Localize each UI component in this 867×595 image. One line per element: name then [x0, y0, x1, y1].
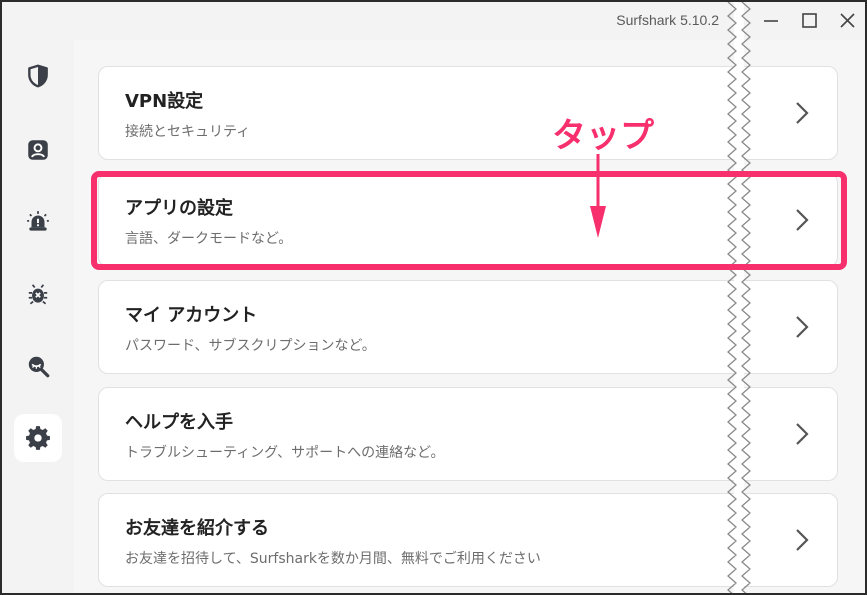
sidebar	[2, 40, 74, 593]
alert-icon	[27, 211, 49, 231]
sidebar-item-alternative-id[interactable]	[14, 342, 62, 390]
card-title: お友達を紹介する	[125, 518, 269, 539]
cut-line	[727, 2, 751, 593]
card-title: VPN設定	[125, 91, 204, 112]
bug-icon	[28, 284, 48, 305]
card-subtitle: パスワード、サブスクリプションなど。	[125, 338, 376, 354]
maximize-icon[interactable]	[795, 8, 823, 34]
gear-icon	[26, 426, 50, 450]
search-eye-icon	[28, 356, 50, 378]
highlight-box	[91, 171, 847, 270]
sidebar-item-account[interactable]	[14, 126, 62, 174]
app-title: Surfshark 5.10.2	[616, 12, 719, 28]
arrow-down-icon	[590, 154, 606, 238]
chevron-right-icon	[796, 423, 809, 445]
app-window: Surfshark 5.10.2 VPN設定 接続とセキュリティ アプリの設定 …	[0, 0, 867, 595]
tap-annotation: タップ	[552, 116, 654, 156]
chevron-right-icon	[796, 529, 809, 551]
sidebar-item-settings[interactable]	[14, 414, 62, 462]
minimize-icon[interactable]	[757, 8, 785, 34]
card-subtitle: お友達を招待して、Surfsharkを数か月間、無料でご利用ください	[125, 551, 541, 567]
chevron-right-icon	[796, 102, 809, 124]
sidebar-item-antivirus[interactable]	[14, 270, 62, 318]
chevron-right-icon	[796, 316, 809, 338]
user-icon	[28, 140, 48, 160]
shield-icon	[28, 64, 48, 88]
card-title: マイ アカウント	[125, 305, 258, 326]
sidebar-item-alert[interactable]	[14, 198, 62, 246]
card-subtitle: トラブルシューティング、サポートへの連絡など。	[125, 445, 445, 461]
close-icon[interactable]	[833, 8, 861, 34]
card-subtitle: 接続とセキュリティ	[125, 124, 251, 140]
card-title: ヘルプを入手	[125, 412, 233, 433]
sidebar-item-vpn[interactable]	[14, 52, 62, 100]
